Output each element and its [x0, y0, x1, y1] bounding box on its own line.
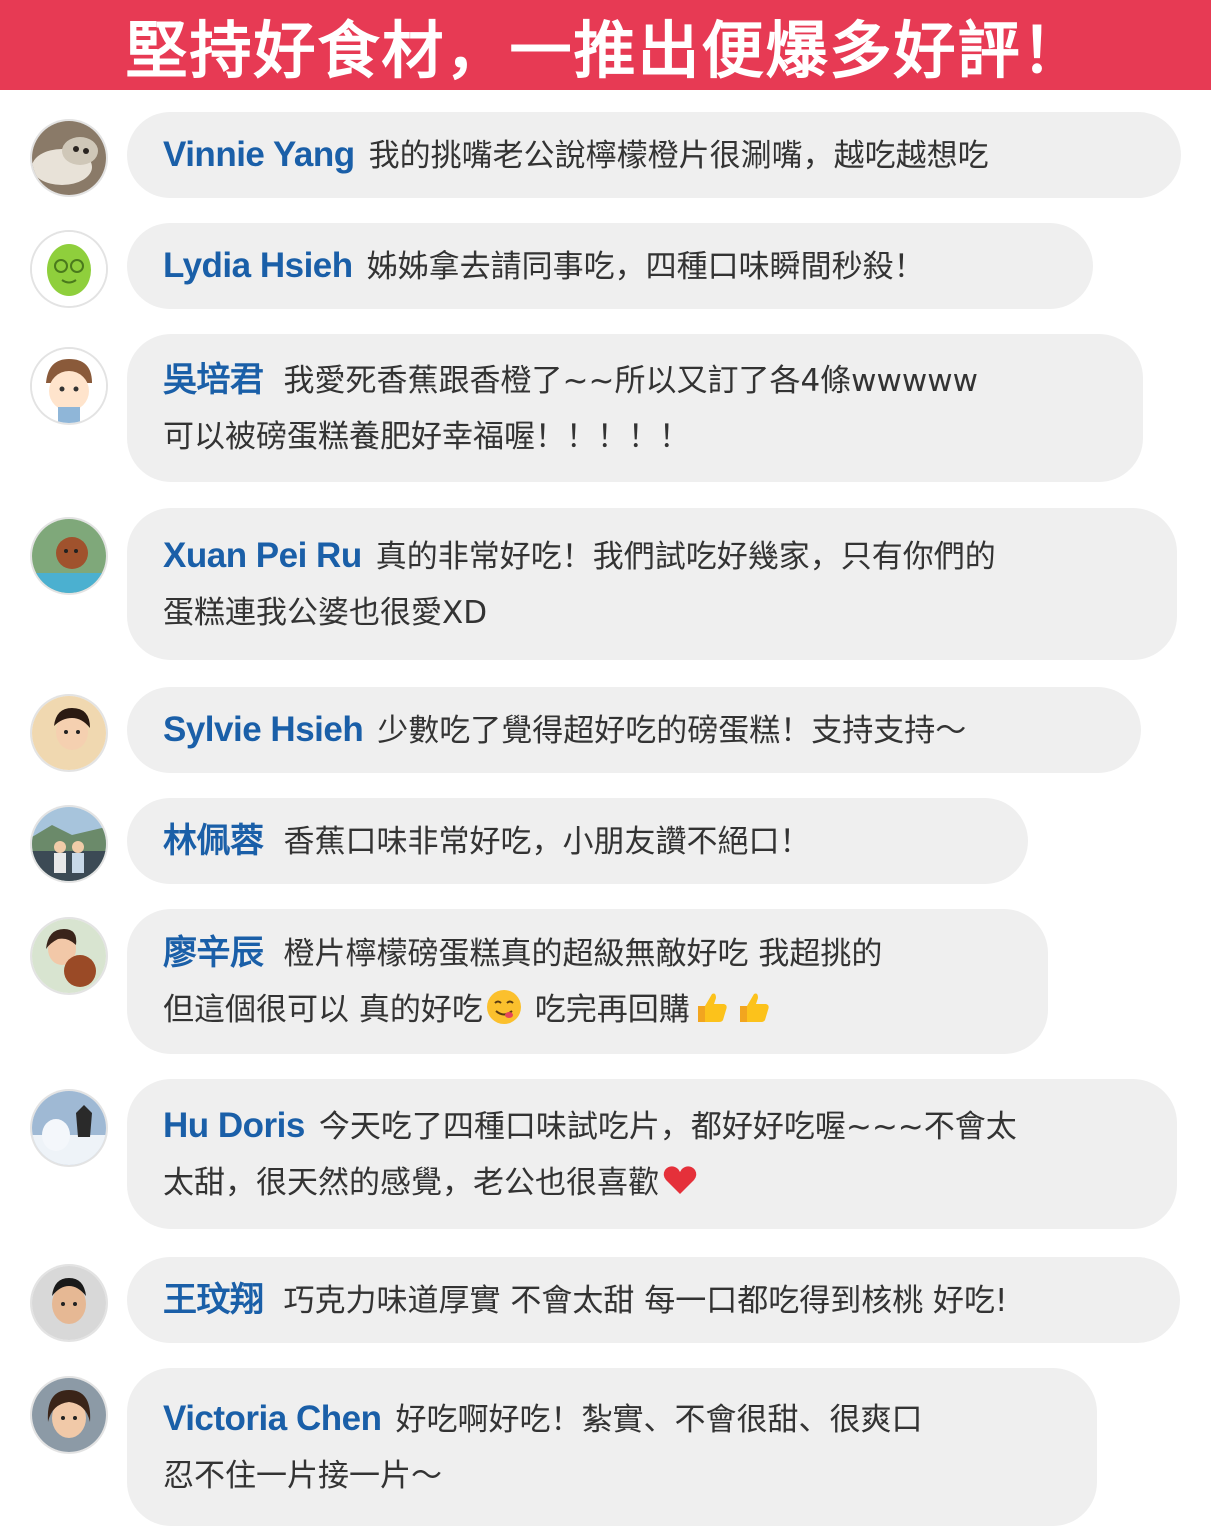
comment-text: 真的非常好吃！我們試吃好幾家，只有你們的	[375, 538, 996, 575]
comment-text-line2: 蛋糕連我公婆也很愛XD	[163, 594, 488, 631]
comment-bubble: Lydia Hsieh 姊姊拿去請同事吃，四種口味瞬間秒殺！	[127, 223, 1093, 309]
comment-text-line2-end: 吃完再回購	[524, 992, 690, 1028]
comment-text-line2: 但這個很可以 真的好吃	[163, 992, 483, 1028]
woman-portrait-avatar[interactable]	[32, 1378, 106, 1452]
cat-photo-avatar[interactable]	[32, 121, 106, 195]
green-cartoon-avatar[interactable]	[32, 232, 106, 306]
man-photo-avatar[interactable]	[32, 1266, 106, 1340]
yum-face-emoji-icon	[486, 990, 521, 1024]
comment-bubble: Victoria Chen 好吃啊好吃！紮實、不會很甜、很爽口 忍不住一片接一片～	[127, 1368, 1097, 1526]
commenter-name[interactable]: 廖辛辰	[163, 933, 264, 973]
thumbs-up-icon	[739, 993, 769, 1022]
banner-title: 堅持好食材，一推出便爆多好評！	[125, 14, 1086, 87]
page-banner: 堅持好食材，一推出便爆多好評！	[0, 0, 1211, 90]
comment-text-line2: 可以被磅蛋糕養肥好幸福喔！！！！！	[163, 418, 690, 455]
comment-bubble: 廖辛辰 橙片檸檬磅蛋糕真的超級無敵好吃 我超挑的 但這個很可以 真的好吃 吃完再回…	[127, 909, 1048, 1054]
comment-text-line2: 忍不住一片接一片～	[163, 1457, 442, 1494]
comment-text: 少數吃了覺得超好吃的磅蛋糕！支持支持～	[377, 712, 967, 749]
comment-text: 香蕉口味非常好吃，小朋友讚不絕口！	[283, 823, 811, 860]
commenter-name[interactable]: Hu Doris	[163, 1106, 305, 1145]
comment-text: 巧克力味道厚實 不會太甜 每一口都吃得到核桃 好吃!	[283, 1282, 1008, 1319]
comment-bubble: Hu Doris 今天吃了四種口味試吃片，都好好吃喔~~~不會太 太甜，很天然的感…	[127, 1079, 1177, 1229]
comment-bubble: Sylvie Hsieh 少數吃了覺得超好吃的磅蛋糕！支持支持～	[127, 687, 1141, 773]
commenter-name[interactable]: Sylvie Hsieh	[163, 710, 364, 749]
comment-text: 好吃啊好吃！紮實、不會很甜、很爽口	[395, 1401, 923, 1438]
thumbs-up-icon	[697, 993, 727, 1022]
comment-text: 今天吃了四種口味試吃片，都好好吃喔~~~不會太	[318, 1108, 1017, 1145]
cartoon-boy-avatar[interactable]	[32, 349, 106, 423]
comment-bubble: Xuan Pei Ru 真的非常好吃！我們試吃好幾家，只有你們的 蛋糕連我公婆也很…	[127, 508, 1177, 660]
woman-photo-avatar[interactable]	[32, 696, 106, 770]
comment-text-line2: 太甜，很天然的感覺，老公也很喜歡	[163, 1164, 659, 1201]
woman-dog-photo-avatar[interactable]	[32, 919, 106, 993]
comment-bubble: 王玟翔 巧克力味道厚實 不會太甜 每一口都吃得到核桃 好吃!	[127, 1257, 1180, 1343]
comment-bubble: 吳培君 我愛死香蕉跟香橙了~~所以又訂了各4條wwwww 可以被磅蛋糕養肥好幸福喔…	[127, 334, 1143, 482]
commenter-name[interactable]: 王玟翔	[163, 1280, 264, 1320]
comment-bubble: Vinnie Yang 我的挑嘴老公說檸檬橙片很涮嘴，越吃越想吃	[127, 112, 1181, 198]
dog-photo-avatar[interactable]	[32, 519, 106, 593]
comment-text: 我愛死香蕉跟香橙了~~所以又訂了各4條wwwww	[283, 362, 978, 399]
family-photo-avatar[interactable]	[32, 807, 106, 881]
commenter-name[interactable]: 林佩蓉	[163, 821, 264, 861]
commenter-name[interactable]: Vinnie Yang	[163, 135, 355, 174]
comment-text: 姊姊拿去請同事吃，四種口味瞬間秒殺！	[366, 248, 925, 285]
comment-text: 橙片檸檬磅蛋糕真的超級無敵好吃 我超挑的	[283, 936, 883, 972]
red-heart-icon	[663, 1165, 697, 1194]
comment-text: 我的挑嘴老公說檸檬橙片很涮嘴，越吃越想吃	[368, 137, 989, 174]
commenter-name[interactable]: Xuan Pei Ru	[163, 536, 362, 575]
comment-bubble: 林佩蓉 香蕉口味非常好吃，小朋友讚不絕口！	[127, 798, 1028, 884]
commenter-name[interactable]: Lydia Hsieh	[163, 246, 353, 285]
commenter-name[interactable]: Victoria Chen	[163, 1399, 382, 1438]
commenter-name[interactable]: 吳培君	[163, 360, 264, 400]
snow-photo-avatar[interactable]	[32, 1091, 106, 1165]
